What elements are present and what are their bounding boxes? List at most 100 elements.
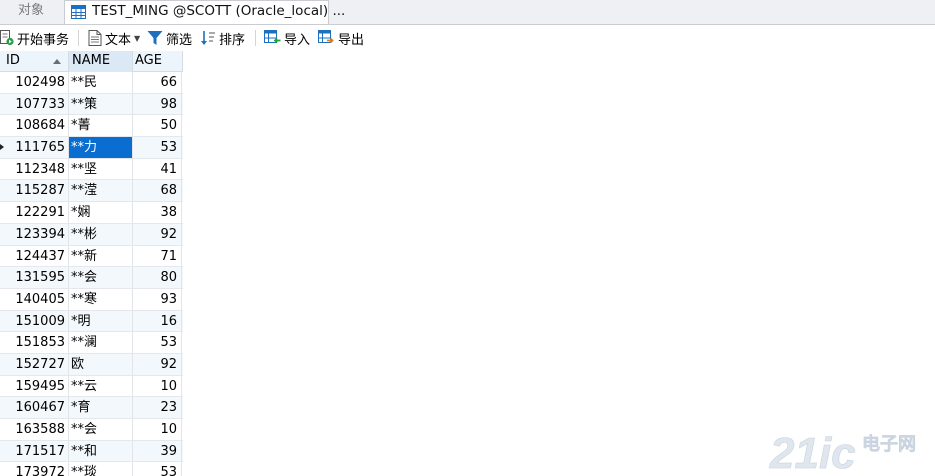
tab-objects[interactable]: 对象 (0, 0, 62, 24)
cell-id[interactable]: 123394 (0, 223, 69, 245)
cell-name[interactable]: *菁 (69, 115, 133, 137)
table-row[interactable]: 131595 **会 80 (0, 267, 183, 289)
cell-id[interactable]: 171517 (0, 440, 69, 462)
cell-id[interactable]: 159495 (0, 375, 69, 397)
table-row[interactable]: 123394 **彬 92 (0, 223, 183, 246)
table-row[interactable]: 111765 **力 53 (0, 137, 183, 159)
cell-age[interactable]: 10 (133, 375, 182, 397)
cell-age[interactable]: 38 (133, 202, 182, 224)
tab-table-data[interactable]: TEST_MING @SCOTT (Oracle_local) ... (64, 0, 345, 24)
svg-text:电子网: 电子网 (862, 433, 916, 455)
table-row[interactable]: 102498 **民 66 (0, 72, 183, 94)
table-row[interactable]: 108684 *菁 50 (0, 115, 183, 138)
cell-age[interactable]: 68 (133, 180, 182, 202)
cell-name[interactable]: **云 (69, 375, 133, 397)
table-row[interactable]: 112348 **坚 41 (0, 158, 183, 181)
cell-id[interactable]: 160467 (0, 397, 69, 419)
table-row[interactable]: 151853 **澜 53 (0, 332, 183, 354)
cell-id[interactable]: 111765 (0, 137, 69, 159)
cell-name[interactable]: **会 (69, 267, 133, 289)
export-button[interactable]: 导出 (318, 28, 364, 48)
cell-age[interactable]: 92 (133, 353, 182, 375)
cell-id[interactable]: 163588 (0, 419, 69, 440)
cell-name[interactable]: **力 (69, 137, 133, 159)
tab-title: TEST_MING @SCOTT (Oracle_local) ... (92, 3, 346, 19)
document-icon (88, 30, 102, 46)
cell-name[interactable]: **琰 (69, 462, 133, 476)
table-row[interactable]: 107733 **策 98 (0, 93, 183, 116)
table-row[interactable]: 115287 **滢 68 (0, 180, 183, 203)
cell-id[interactable]: 124437 (0, 245, 69, 267)
text-view-label: 文本 (105, 32, 132, 48)
cell-name[interactable]: *育 (69, 397, 133, 419)
cell-age[interactable]: 39 (133, 440, 182, 462)
begin-transaction-button[interactable]: 开始事务 (0, 28, 69, 48)
cell-age[interactable]: 53 (133, 462, 182, 476)
cell-name[interactable]: **彬 (69, 223, 133, 245)
cell-id[interactable]: 173972 (0, 462, 69, 476)
table-row[interactable]: 173972 **琰 53 (0, 462, 183, 476)
cell-name[interactable]: **策 (69, 93, 133, 115)
chevron-down-icon: ▼ (134, 33, 141, 43)
cell-age[interactable]: 53 (133, 137, 182, 159)
filter-button[interactable]: 筛选 (147, 28, 192, 48)
table-row[interactable]: 124437 **新 71 (0, 245, 183, 268)
cell-id[interactable]: 131595 (0, 267, 69, 289)
cell-name[interactable]: **民 (69, 72, 133, 93)
table-row[interactable]: 159495 **云 10 (0, 375, 183, 398)
cell-id[interactable]: 107733 (0, 93, 69, 115)
cell-name[interactable]: *明 (69, 310, 133, 332)
cell-name[interactable]: **会 (69, 419, 133, 440)
table-row[interactable]: 151009 *明 16 (0, 310, 183, 333)
cell-name[interactable]: **坚 (69, 158, 133, 180)
table-row[interactable]: 152727 欧 92 (0, 353, 183, 376)
data-grid: ID NAME AGE 102498 **民 66 107733 **策 98 108684… (0, 51, 183, 476)
cell-age[interactable]: 92 (133, 223, 182, 245)
cell-age[interactable]: 41 (133, 158, 182, 180)
cell-age[interactable]: 93 (133, 288, 182, 310)
grid-rows: 102498 **民 66 107733 **策 98 108684 *菁 50 111765 **… (0, 72, 183, 476)
table-row[interactable]: 140405 **寒 93 (0, 288, 183, 311)
column-header-name[interactable]: NAME (69, 51, 133, 72)
text-view-button[interactable]: 文本 ▼ (88, 28, 140, 48)
table-row[interactable]: 160467 *育 23 (0, 397, 183, 419)
toolbar-divider (78, 30, 79, 46)
cell-id[interactable]: 140405 (0, 288, 69, 310)
begin-transaction-label: 开始事务 (17, 32, 70, 48)
cell-age[interactable]: 80 (133, 267, 182, 289)
cell-age[interactable]: 16 (133, 310, 182, 332)
watermark-logo: 21ic 电子网 (769, 429, 917, 474)
cell-age[interactable]: 53 (133, 332, 182, 354)
import-button[interactable]: 导入 (264, 28, 310, 48)
table-row[interactable]: 171517 **和 39 (0, 440, 183, 463)
cell-name[interactable]: *娴 (69, 202, 133, 224)
cell-age[interactable]: 10 (133, 419, 182, 440)
cell-age[interactable]: 23 (133, 397, 182, 419)
cell-age[interactable]: 98 (133, 93, 182, 115)
cell-id[interactable]: 115287 (0, 180, 69, 202)
cell-name[interactable]: **滢 (69, 180, 133, 202)
cell-id[interactable]: 152727 (0, 353, 69, 375)
table-icon (71, 5, 86, 19)
cell-id[interactable]: 102498 (0, 72, 69, 93)
cell-name[interactable]: **新 (69, 245, 133, 267)
cell-age[interactable]: 50 (133, 115, 182, 137)
cell-name[interactable]: 欧 (69, 353, 133, 375)
cell-id[interactable]: 151009 (0, 310, 69, 332)
cell-id[interactable]: 112348 (0, 158, 69, 180)
cell-name[interactable]: **寒 (69, 288, 133, 310)
table-row[interactable]: 163588 **会 10 (0, 419, 183, 441)
column-header-age[interactable]: AGE (133, 51, 183, 72)
table-row[interactable]: 122291 *娴 38 (0, 202, 183, 224)
cell-name[interactable]: **澜 (69, 332, 133, 354)
cell-age[interactable]: 66 (133, 72, 182, 93)
filter-label: 筛选 (166, 32, 193, 48)
cell-id[interactable]: 151853 (0, 332, 69, 354)
cell-id[interactable]: 108684 (0, 115, 69, 137)
import-label: 导入 (284, 32, 311, 48)
cell-id[interactable]: 122291 (0, 202, 69, 224)
cell-age[interactable]: 71 (133, 245, 182, 267)
sort-button[interactable]: 排序 (200, 28, 245, 48)
sort-icon (201, 31, 215, 45)
cell-name[interactable]: **和 (69, 440, 133, 462)
